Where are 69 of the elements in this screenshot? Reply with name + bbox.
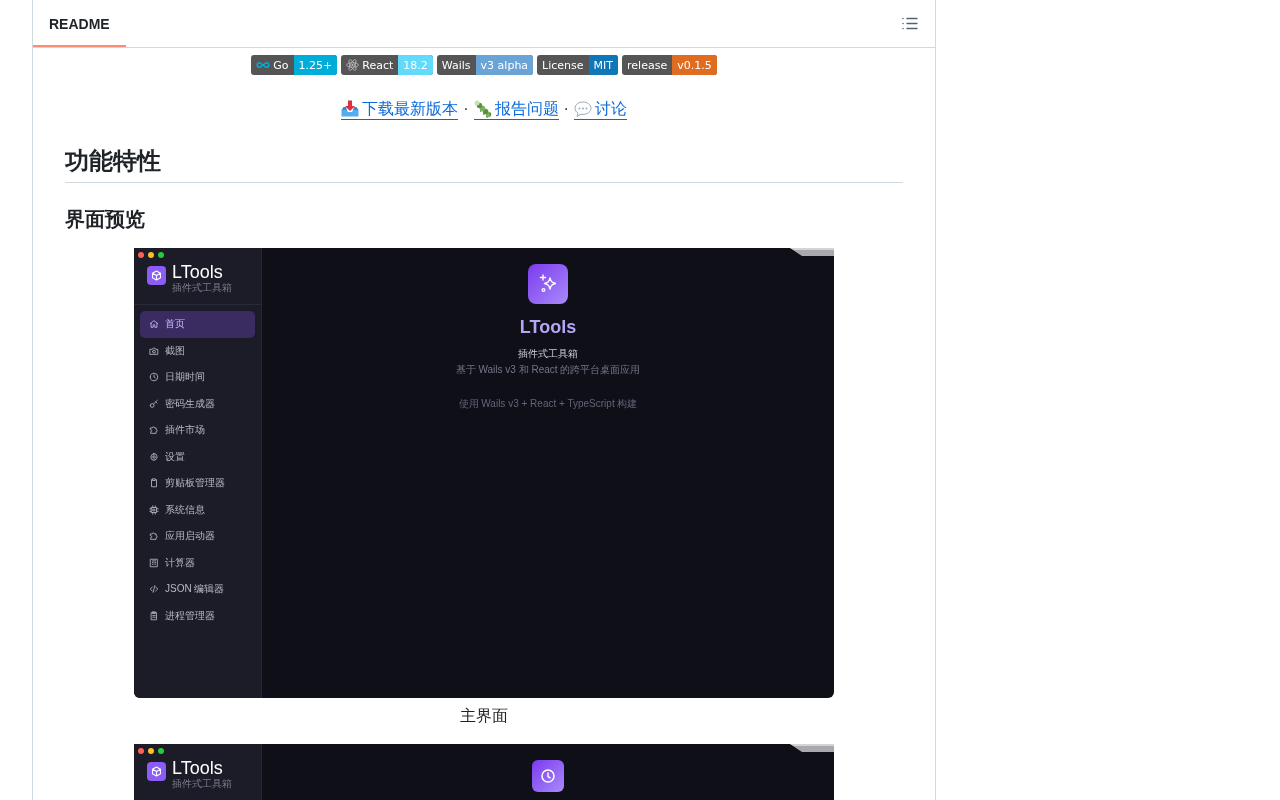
app-title: LTools: [172, 262, 224, 282]
nav-item[interactable]: 插件市场: [140, 417, 255, 444]
puzzle-icon: [149, 531, 159, 542]
readme-tab[interactable]: README: [33, 0, 126, 47]
camera-icon: [149, 345, 159, 356]
section-heading: 功能特性: [65, 146, 903, 183]
window-minimize-icon: [148, 252, 154, 258]
download-link[interactable]: 下载最新版本: [341, 98, 459, 120]
speech-bubble-icon: [573, 99, 592, 118]
window-minimize-icon: [148, 748, 154, 754]
sparkle-icon: [528, 264, 568, 304]
badge-value: MIT: [588, 55, 619, 75]
nav-item[interactable]: 剪贴板管理器: [140, 470, 255, 497]
discussion-link[interactable]: 讨论: [573, 98, 627, 120]
window-zoom-icon: [158, 748, 164, 754]
separator-dot: ·: [563, 100, 569, 118]
report-issue-link[interactable]: 报告问题: [473, 98, 559, 120]
nav-item[interactable]: 系统信息: [140, 496, 255, 523]
separator-dot: ·: [463, 100, 469, 118]
badge-label: License: [541, 57, 585, 74]
window-close-icon: [138, 748, 144, 754]
puzzle-icon: [149, 425, 159, 436]
app-subtitle: 插件式工具箱: [172, 778, 232, 790]
chip-icon: [149, 504, 159, 515]
clipboard-icon: [149, 478, 159, 489]
app-title: LTools: [172, 758, 224, 778]
home-icon: [149, 319, 159, 330]
badge-label: release: [626, 57, 669, 74]
cube-icon: [147, 762, 166, 781]
clock-icon: [149, 372, 159, 383]
hero-subtitle: 插件式工具箱: [518, 347, 578, 361]
badge-value: v3 alpha: [475, 55, 534, 75]
nav-item[interactable]: 截图: [140, 337, 255, 364]
gear-icon: [149, 451, 159, 462]
badge-value: 18.2: [398, 55, 433, 75]
nav-item[interactable]: JSON 编辑器: [140, 576, 255, 603]
subsection-heading: 界面预览: [65, 207, 146, 232]
inbox-tray-icon: [341, 99, 360, 118]
window-zoom-icon: [158, 252, 164, 258]
nav-item[interactable]: 进程管理器: [140, 602, 255, 629]
nav-item[interactable]: 首页: [140, 311, 255, 338]
nav-item[interactable]: 密码生成器: [140, 390, 255, 417]
window-close-icon: [138, 252, 144, 258]
infinity-icon: [256, 61, 271, 69]
nav-item[interactable]: 计算器: [140, 549, 255, 576]
badge-value: 1.25+: [293, 55, 338, 75]
cube-icon: [147, 266, 166, 285]
badge-label: Go: [272, 57, 290, 74]
hero-credit: 使用 Wails v3 + React + TypeScript 构建: [458, 397, 638, 411]
code-icon: [149, 584, 159, 595]
corner-tab-icon: [790, 248, 834, 256]
badge-label: Wails: [440, 57, 472, 74]
app-subtitle: 插件式工具箱: [172, 282, 232, 294]
atom-icon: [346, 59, 360, 71]
nav-item[interactable]: 设置: [140, 443, 255, 470]
image-caption: 主界面: [459, 706, 509, 726]
caterpillar-icon: [473, 99, 492, 118]
hero-title: LTools: [519, 316, 577, 338]
badge-value: v0.1.5: [672, 55, 717, 75]
clock-icon: [532, 760, 564, 792]
calculator-icon: [149, 557, 159, 568]
badge-label: React: [361, 57, 395, 74]
list-icon: [902, 17, 918, 30]
nav-item[interactable]: 应用启动器: [140, 523, 255, 550]
clipboard-list-icon: [149, 610, 159, 621]
hero-description: 基于 Wails v3 和 React 的跨平台桌面应用: [455, 363, 641, 377]
corner-tab-icon: [790, 744, 834, 752]
nav-item[interactable]: 日期时间: [140, 364, 255, 391]
key-icon: [149, 398, 159, 409]
